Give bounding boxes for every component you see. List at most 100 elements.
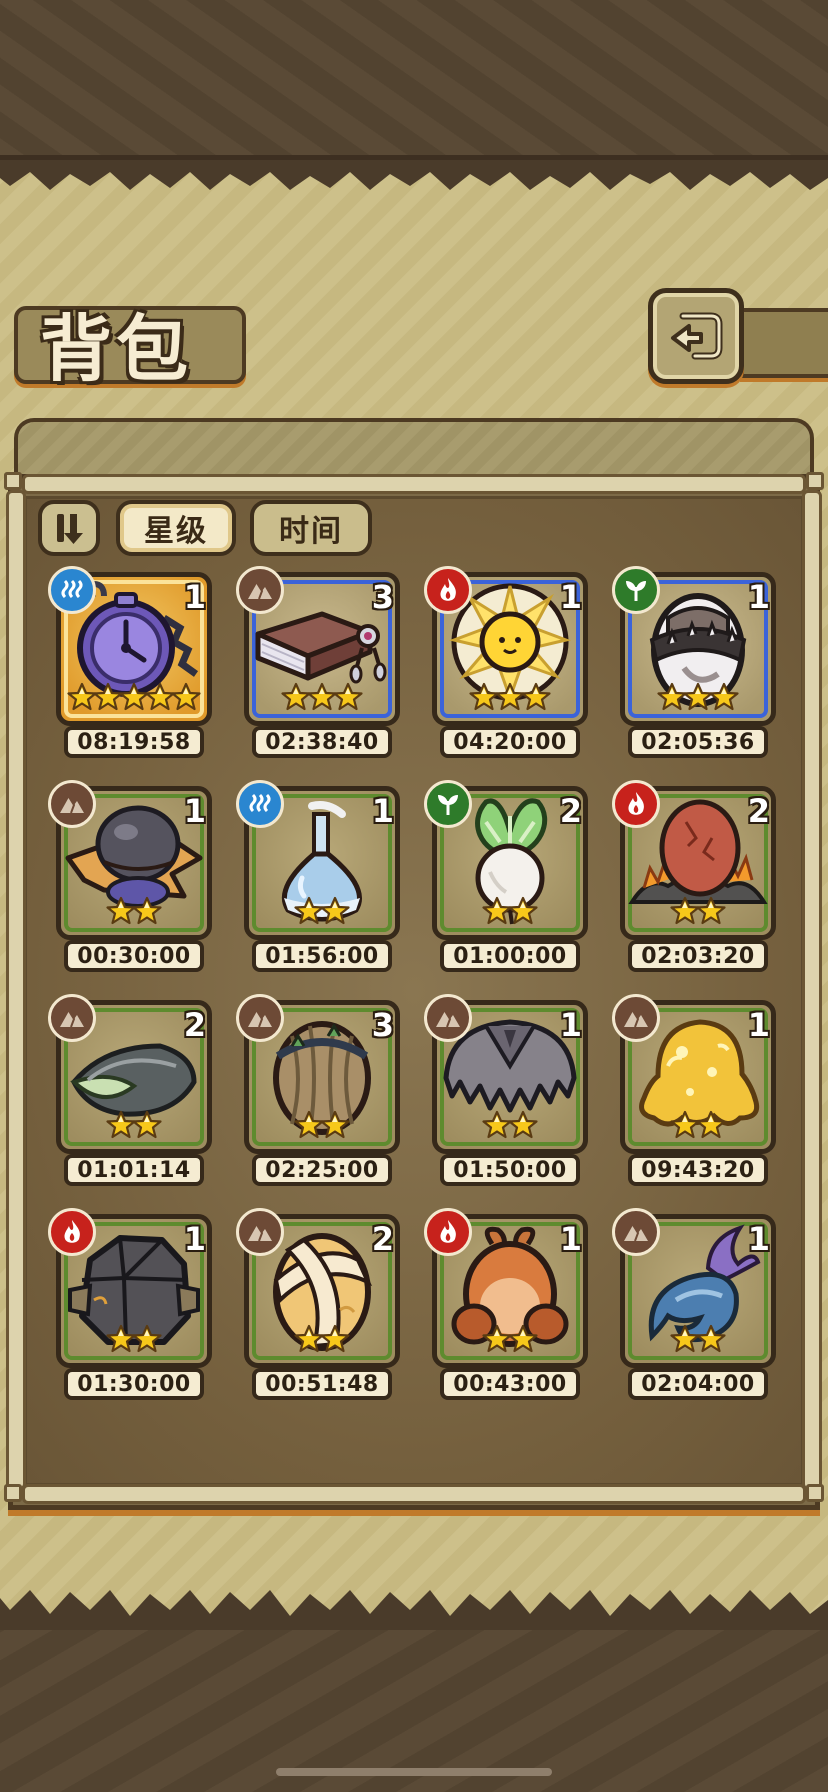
rail-corner — [806, 472, 824, 490]
star-icon — [320, 1324, 350, 1354]
back-bar — [740, 308, 828, 378]
item-card[interactable]: 1 01:50:00 — [424, 994, 588, 1186]
star-icon — [709, 682, 739, 712]
star-rating — [620, 1110, 776, 1140]
fire-element-icon — [424, 566, 472, 614]
fire-element-icon — [48, 1208, 96, 1256]
star-icon — [132, 896, 162, 926]
rail-corner — [806, 1484, 824, 1502]
star-icon — [333, 682, 363, 712]
return-arrow-icon — [671, 312, 723, 360]
top-background — [0, 0, 828, 165]
item-card[interactable]: 2 00:51:48 — [236, 1208, 400, 1400]
star-rating — [56, 1110, 212, 1140]
rail-top — [22, 474, 806, 494]
item-count: 1 — [747, 1220, 770, 1258]
item-timer: 02:05:36 — [628, 726, 768, 758]
item-timer: 09:43:20 — [628, 1154, 768, 1186]
earth-element-icon — [236, 1208, 284, 1256]
item-timer: 02:25:00 — [252, 1154, 392, 1186]
item-card[interactable]: 1 04:20:00 — [424, 566, 588, 758]
star-rating — [432, 896, 588, 926]
item-card[interactable]: 3 02:25:00 — [236, 994, 400, 1186]
item-card[interactable]: 2 02:03:20 — [612, 780, 776, 972]
item-timer: 01:01:14 — [64, 1154, 204, 1186]
star-rating — [56, 682, 212, 712]
star-rating — [620, 1324, 776, 1354]
item-count: 1 — [747, 578, 770, 616]
water-element-icon — [48, 566, 96, 614]
sort-order-icon — [57, 514, 83, 544]
item-timer: 01:50:00 — [440, 1154, 580, 1186]
item-count: 2 — [747, 792, 770, 830]
star-rating — [244, 896, 400, 926]
star-icon — [521, 682, 551, 712]
rail-left — [6, 490, 26, 1490]
tab-star-rating[interactable]: 星级 — [116, 500, 236, 556]
star-rating — [432, 1324, 588, 1354]
item-card[interactable]: 1 02:05:36 — [612, 566, 776, 758]
nature-element-icon — [424, 780, 472, 828]
star-icon — [320, 1110, 350, 1140]
fire-element-icon — [612, 780, 660, 828]
item-count: 1 — [183, 578, 206, 616]
earth-element-icon — [424, 994, 472, 1042]
back-button[interactable] — [648, 288, 744, 384]
item-card[interactable]: 1 01:56:00 — [236, 780, 400, 972]
torn-edge-top — [0, 160, 828, 190]
star-rating — [244, 1324, 400, 1354]
star-rating — [244, 682, 400, 712]
star-rating — [620, 682, 776, 712]
star-icon — [508, 1110, 538, 1140]
item-timer: 01:00:00 — [440, 940, 580, 972]
item-count: 3 — [371, 1006, 394, 1044]
sort-order-button[interactable] — [38, 500, 100, 556]
item-timer: 01:56:00 — [252, 940, 392, 972]
item-card[interactable]: 1 02:04:00 — [612, 1208, 776, 1400]
star-rating — [620, 896, 776, 926]
star-icon — [132, 1110, 162, 1140]
home-indicator — [276, 1768, 552, 1776]
earth-element-icon — [236, 994, 284, 1042]
earth-element-icon — [236, 566, 284, 614]
item-timer: 02:38:40 — [252, 726, 392, 758]
item-timer: 00:43:00 — [440, 1368, 580, 1400]
star-icon — [508, 896, 538, 926]
item-count: 1 — [183, 1220, 206, 1258]
item-card[interactable]: 2 01:01:14 — [48, 994, 212, 1186]
item-card[interactable]: 1 00:43:00 — [424, 1208, 588, 1400]
item-timer: 02:04:00 — [628, 1368, 768, 1400]
item-count: 1 — [183, 792, 206, 830]
item-timer: 02:03:20 — [628, 940, 768, 972]
rail-corner — [4, 1484, 22, 1502]
tab-time[interactable]: 时间 — [250, 500, 372, 556]
item-card[interactable]: 2 01:00:00 — [424, 780, 588, 972]
item-count: 1 — [559, 578, 582, 616]
earth-element-icon — [48, 780, 96, 828]
star-rating — [56, 896, 212, 926]
rail-bottom — [22, 1484, 806, 1504]
item-timer: 00:30:00 — [64, 940, 204, 972]
item-count: 1 — [747, 1006, 770, 1044]
item-card[interactable]: 1 01:30:00 — [48, 1208, 212, 1400]
torn-edge-bottom — [0, 1590, 828, 1630]
star-icon — [320, 896, 350, 926]
star-icon — [696, 1324, 726, 1354]
item-card[interactable]: 3 02:38:40 — [236, 566, 400, 758]
item-card[interactable]: 1 00:30:00 — [48, 780, 212, 972]
page-title: 背包 — [40, 306, 193, 391]
item-timer: 08:19:58 — [64, 726, 204, 758]
item-card[interactable]: 1 08:19:58 — [48, 566, 212, 758]
item-count: 2 — [559, 792, 582, 830]
star-rating — [56, 1324, 212, 1354]
item-count: 1 — [371, 792, 394, 830]
item-card[interactable]: 1 09:43:20 — [612, 994, 776, 1186]
item-count: 2 — [183, 1006, 206, 1044]
item-count: 1 — [559, 1006, 582, 1044]
star-icon — [696, 896, 726, 926]
item-count: 3 — [371, 578, 394, 616]
star-icon — [508, 1324, 538, 1354]
bottom-background — [0, 1620, 828, 1792]
star-icon — [696, 1110, 726, 1140]
item-timer: 00:51:48 — [252, 1368, 392, 1400]
